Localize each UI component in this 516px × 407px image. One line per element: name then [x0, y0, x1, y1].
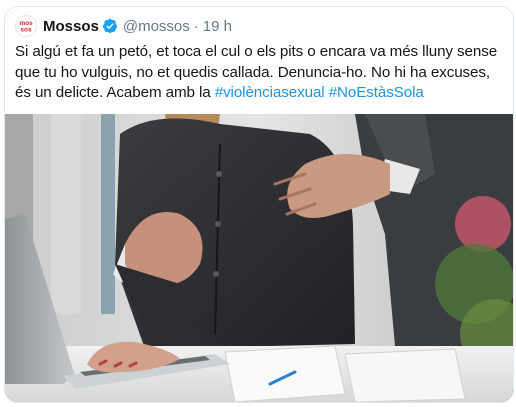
tweet-card[interactable]: mos sos Mossos @mossos · 19 h Si algú et… — [4, 6, 514, 403]
tweet-header: mos sos Mossos @mossos · 19 h — [15, 15, 232, 37]
tweet-text: Si algú et fa un petó, et toca el cul o … — [15, 42, 507, 104]
hashtag-noestassola[interactable]: #NoEstàsSola — [329, 84, 424, 101]
separator-dot: · — [193, 17, 199, 35]
verified-badge-icon — [102, 18, 117, 34]
svg-text:sos: sos — [20, 27, 32, 34]
hashtag-violenciasexual[interactable]: #violènciasexual — [215, 84, 325, 101]
avatar-logo: mos sos — [19, 20, 33, 34]
display-name[interactable]: Mossos — [43, 18, 99, 35]
user-handle[interactable]: @mossos — [123, 18, 190, 35]
avatar[interactable]: mos sos — [15, 15, 37, 37]
photo-illustration — [5, 114, 513, 402]
timestamp[interactable]: 19 h — [203, 18, 232, 35]
tweet-photo[interactable] — [5, 114, 513, 402]
